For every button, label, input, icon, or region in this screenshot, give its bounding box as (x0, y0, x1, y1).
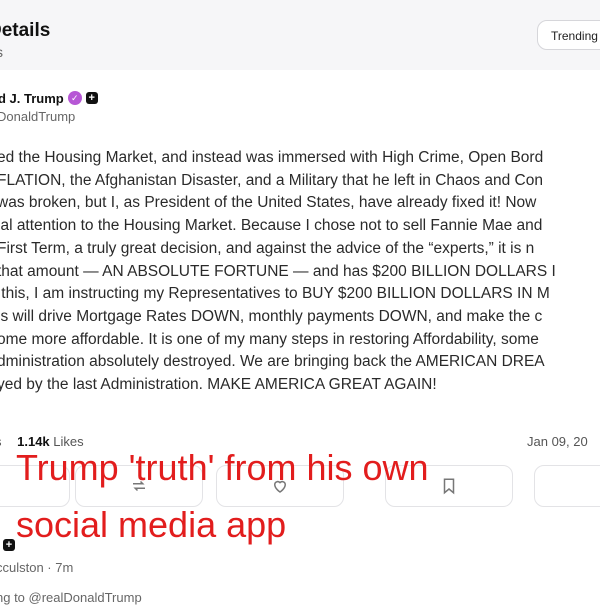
page-subtitle: s (0, 44, 3, 60)
trending-button[interactable]: Trending (537, 20, 600, 50)
author-row: d J. Trump ✓ + (0, 89, 98, 107)
caption-line-1: Trump 'truth' from his own (16, 447, 429, 488)
bookmark-icon (443, 478, 455, 495)
reply-author-handle[interactable]: cculston · 7m (0, 560, 73, 575)
caption-line-2: social media app (16, 504, 287, 545)
stats-prefix: s (0, 434, 2, 449)
author-name[interactable]: d J. Trump (0, 91, 64, 106)
share-button[interactable] (534, 465, 600, 507)
verified-badge-icon: ✓ (67, 91, 82, 105)
post-date: Jan 09, 20 (527, 434, 588, 449)
page-title: Details (0, 20, 51, 41)
plus-icon[interactable]: + (85, 92, 98, 104)
author-handle[interactable]: DonaldTrump (0, 109, 75, 124)
reply-plus-icon[interactable]: + (3, 539, 15, 551)
top-bar: Details s Trending (0, 0, 600, 70)
post-body: ed the Housing Market, and instead was i… (0, 149, 556, 394)
replying-to: ng to @realDonaldTrump (0, 590, 142, 605)
